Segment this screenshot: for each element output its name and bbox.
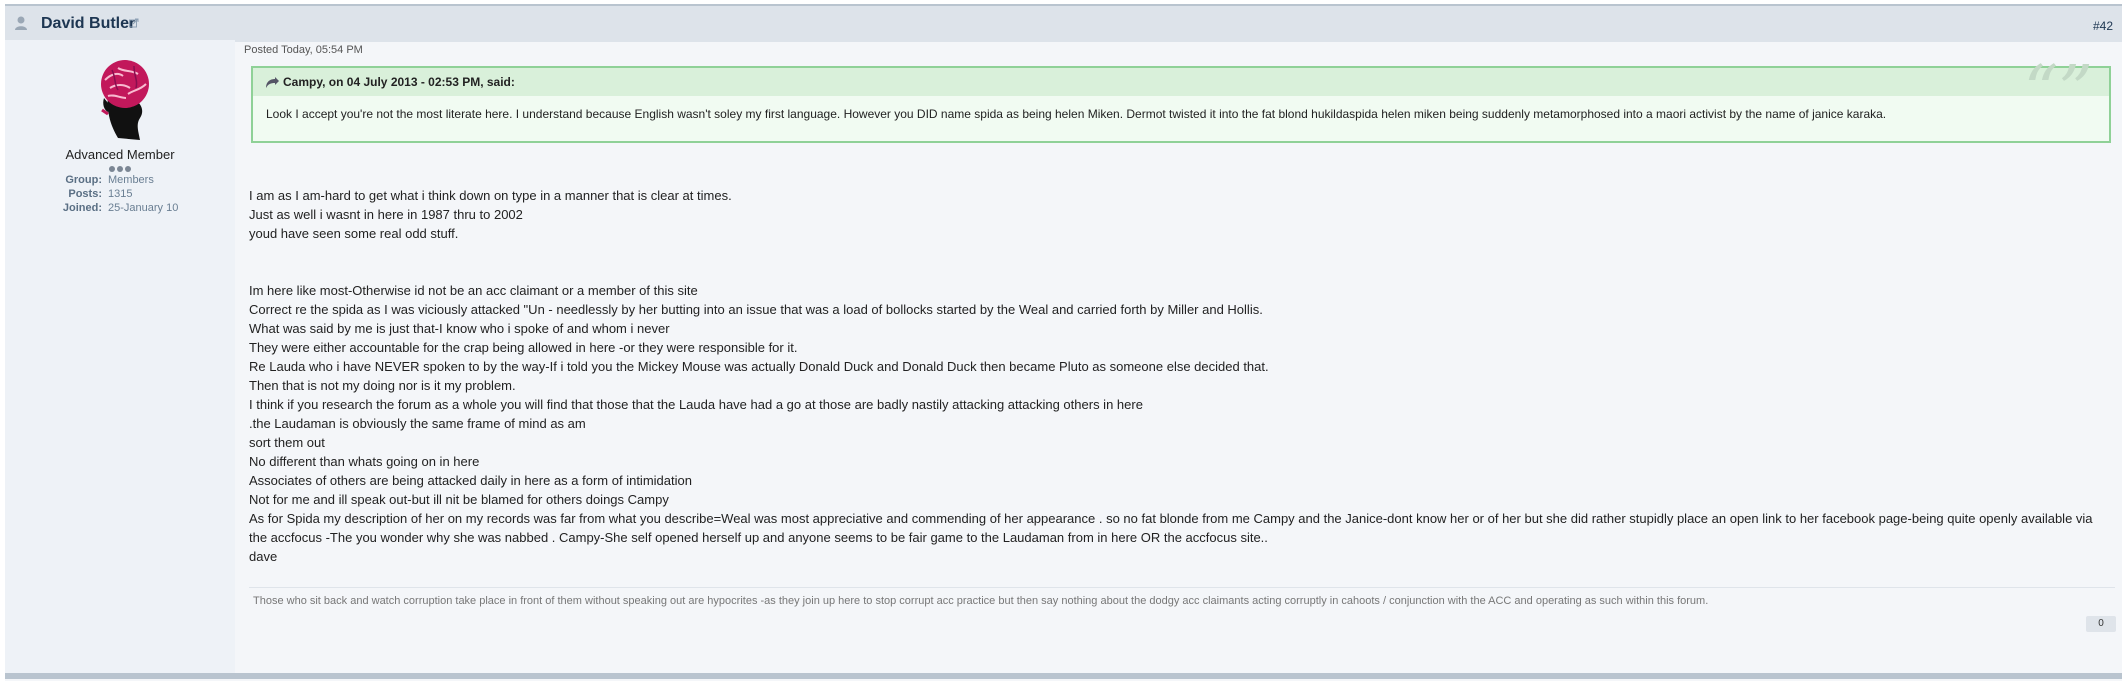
post-line: Then that is not my doing nor is it my p… <box>249 378 516 393</box>
post-line: They were either accountable for the cra… <box>249 340 798 355</box>
quote-marks-icon: “” <box>2023 52 2093 131</box>
quote-block: Campy, on 04 July 2013 - 02:53 PM, said:… <box>251 58 2111 143</box>
author-info-panel: Advanced Member Group: Members Posts: 13… <box>5 40 235 676</box>
posted-date: Posted Today, 05:54 PM <box>244 44 363 56</box>
post-line: dave <box>249 549 278 564</box>
post-line <box>249 243 2111 262</box>
quote-text: Look I accept you're not the most litera… <box>266 107 1887 121</box>
post-line: .the Laudaman is obviously the same fram… <box>249 416 586 431</box>
quote-citation: Campy, on 04 July 2013 - 02:53 PM, said: <box>283 75 515 89</box>
forum-page: David Butler #42 Advanced Member Group: … <box>0 0 2122 687</box>
post-line: Associates of others are being attacked … <box>249 473 692 488</box>
user-toggle-icon[interactable] <box>14 15 28 31</box>
posts-value: 1315 <box>108 188 133 200</box>
post-footer-bar <box>5 673 2122 679</box>
quote-arrow-icon[interactable] <box>265 77 279 91</box>
member-title: Advanced Member <box>65 147 175 162</box>
post-line: I think if you research the forum as a w… <box>249 397 1143 412</box>
post-line: Not for me and ill speak out-but ill nit… <box>249 492 669 507</box>
joined-value: 25-January 10 <box>108 202 179 214</box>
author-name-link[interactable]: David Butler <box>41 15 135 33</box>
post-line: As for Spida my description of her on my… <box>249 511 2093 545</box>
group-value: Members <box>108 174 154 186</box>
post-line: sort them out <box>249 435 325 450</box>
post-line: Im here like most-Otherwise id not be an… <box>249 283 698 298</box>
post-line: youd have seen some real odd stuff. <box>249 226 459 241</box>
rank-pips <box>105 166 135 174</box>
joined-label: Joined: <box>62 202 102 214</box>
post-line: Correct re the spida as I was viciously … <box>249 302 1263 317</box>
post-number-link[interactable]: #42 <box>2093 19 2113 33</box>
post-text: I am as I am-hard to get what i think do… <box>249 186 2111 566</box>
avatar[interactable] <box>78 54 170 146</box>
post-line: I am as I am-hard to get what i think do… <box>249 188 732 203</box>
post-line: Just as well i wasnt in here in 1987 thr… <box>249 207 523 222</box>
post-line: What was said by me is just that-I know … <box>249 321 670 336</box>
post-line <box>249 262 2111 281</box>
group-label: Group: <box>65 174 102 186</box>
posts-label: Posts: <box>68 188 102 200</box>
vcard-icon[interactable] <box>129 18 139 28</box>
quote-header: Campy, on 04 July 2013 - 02:53 PM, said: <box>253 68 2109 96</box>
signature: Those who sit back and watch corruption … <box>249 587 2115 607</box>
post-header: David Butler #42 <box>5 4 2122 42</box>
post-line: No different than whats going on in here <box>249 454 480 469</box>
post-line: Re Lauda who i have NEVER spoken to by t… <box>249 359 1269 374</box>
reputation-count[interactable]: 0 <box>2086 616 2116 632</box>
